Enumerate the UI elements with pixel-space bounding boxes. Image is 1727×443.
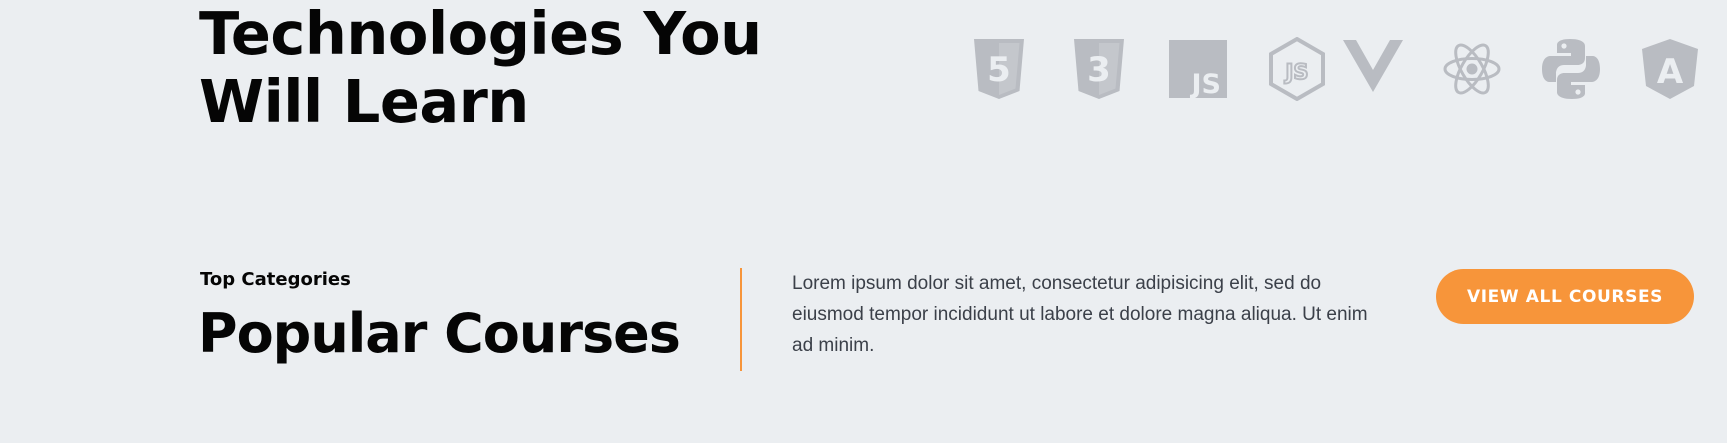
top-categories-label: Top Categories [200,269,351,290]
css3-icon-label: 3 [1087,50,1111,90]
vuejs-icon [1342,37,1404,101]
technology-icons-row: 5 3 JS JS A [968,37,1703,103]
view-all-courses-button[interactable]: VIEW ALL COURSES [1436,269,1694,324]
courses-description: Lorem ipsum dolor sit amet, consectetur … [792,273,1368,356]
nodejs-icon: JS [1266,37,1328,101]
technologies-heading-line2: Will Learn [199,67,529,136]
section-divider [740,268,742,371]
javascript-icon: JS [1167,37,1229,101]
popular-courses-heading: Popular Courses [198,302,681,365]
react-icon [1441,37,1503,101]
css3-icon: 3 [1068,37,1130,101]
javascript-icon-label: JS [1190,69,1222,100]
technologies-heading: Technologies You Will Learn [199,0,762,136]
html5-icon: 5 [968,37,1030,101]
nodejs-icon-label: JS [1284,60,1309,84]
technologies-heading-line1: Technologies You [199,0,762,68]
angular-icon: A [1639,37,1701,101]
python-icon [1540,37,1602,101]
html5-icon-label: 5 [987,50,1011,90]
angular-icon-label: A [1657,52,1684,92]
